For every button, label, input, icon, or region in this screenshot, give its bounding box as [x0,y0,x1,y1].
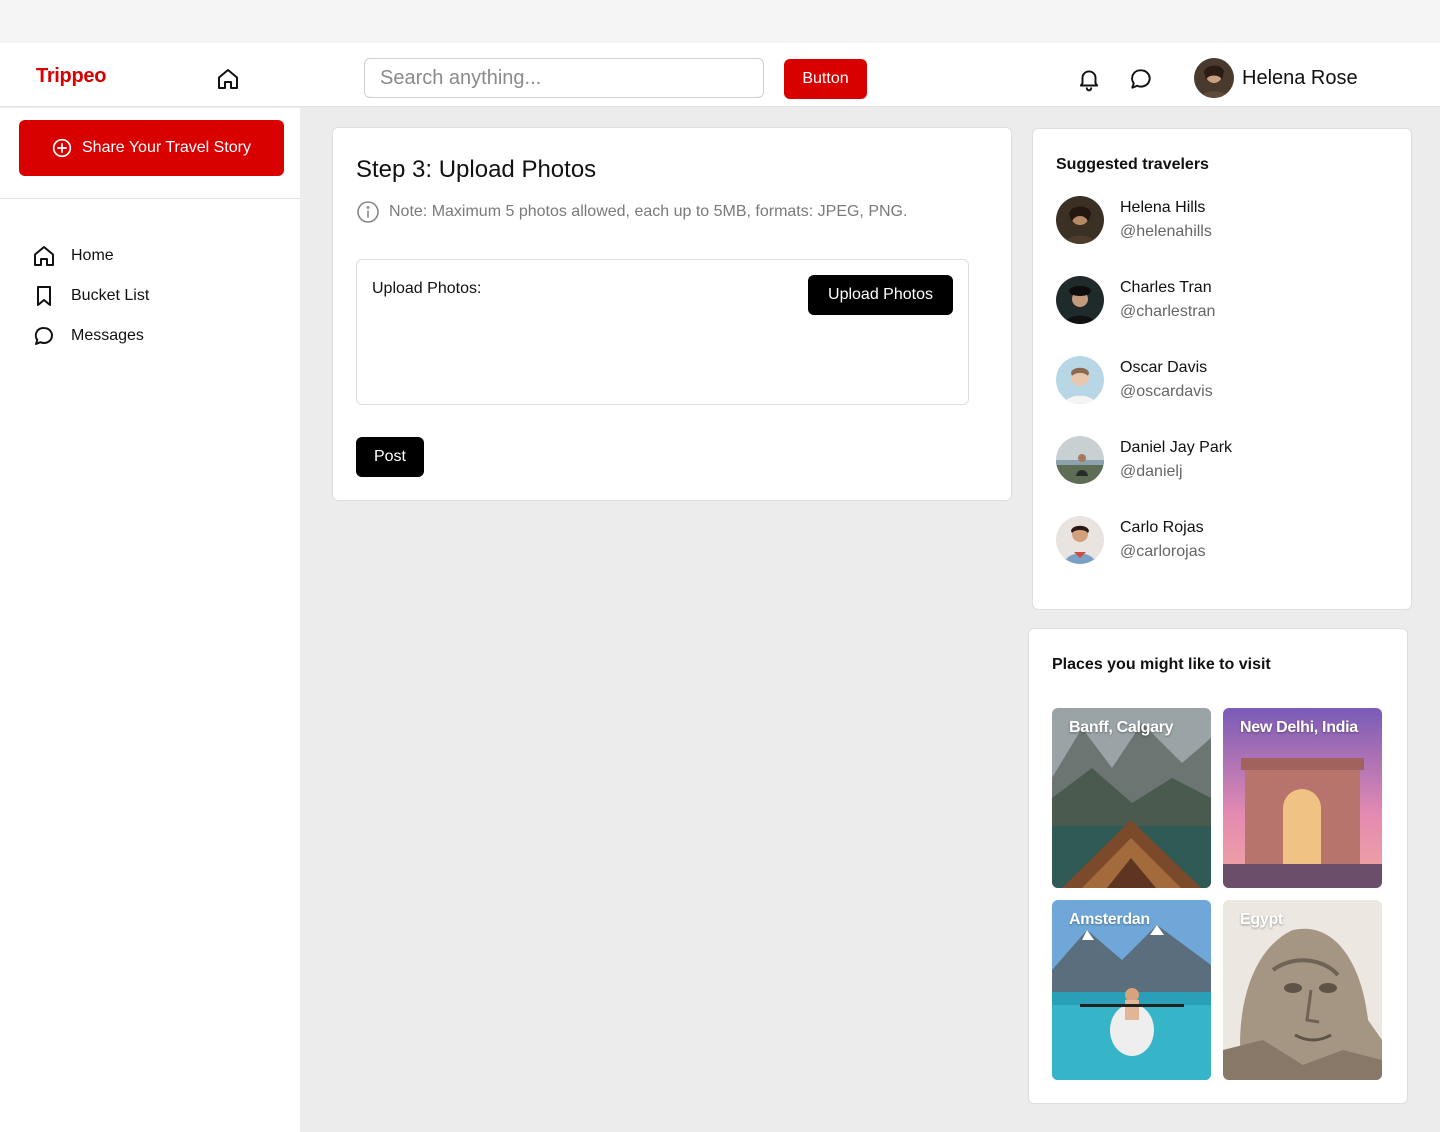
share-travel-story-button[interactable]: Share Your Travel Story [19,120,284,176]
sidebar-nav: Home Bucket List Messages [32,236,149,356]
sidebar-item-bucket-list[interactable]: Bucket List [32,276,149,316]
places-to-visit-card: Places you might like to visit Banff, Ca… [1028,628,1408,1104]
header-button[interactable]: Button [784,59,867,99]
chat-bubble-icon[interactable] [1128,66,1154,92]
place-label: Banff, Calgary [1069,719,1174,736]
place-card-banff[interactable]: Banff, Calgary [1052,708,1211,888]
left-sidebar: Share Your Travel Story Home Bucket List… [0,108,300,1132]
traveler-handle: @charlestran [1120,303,1216,320]
post-button[interactable]: Post [356,437,424,477]
traveler-name: Helena Hills [1120,199,1206,216]
suggested-travelers-card: Suggested travelers Helena Hills @helena… [1032,128,1412,610]
traveler-item[interactable]: Carlo Rojas @carlorojas [1056,516,1206,564]
share-button-label: Share Your Travel Story [82,139,251,156]
traveler-name: Carlo Rojas [1120,519,1204,536]
sidebar-item-messages[interactable]: Messages [32,316,149,356]
bookmark-icon [37,286,51,306]
traveler-name: Oscar Davis [1120,359,1208,376]
page-title: Step 3: Upload Photos [356,156,597,183]
suggested-travelers-title: Suggested travelers [1056,156,1209,173]
app-logo[interactable]: Trippeo [36,65,106,88]
avatar [1056,196,1104,244]
home-icon [34,246,54,266]
info-icon [357,201,379,223]
user-avatar [1194,58,1234,98]
place-card-new-delhi[interactable]: New Delhi, India [1223,708,1382,888]
avatar [1056,516,1104,564]
note-text: Note: Maximum 5 photos allowed, each up … [389,203,908,220]
plus-circle-icon [52,138,72,158]
sidebar-item-home[interactable]: Home [32,236,149,276]
place-label: New Delhi, India [1240,719,1358,736]
user-profile-menu[interactable]: Helena Rose [1194,57,1358,99]
avatar [1056,356,1104,404]
sidebar-item-label: Home [71,247,114,264]
notification-bell-icon[interactable] [1076,66,1102,92]
browser-top-strip [0,0,1440,43]
traveler-item[interactable]: Oscar Davis @oscardavis [1056,356,1213,404]
upload-label: Upload Photos: [372,280,482,297]
upload-dropzone[interactable]: Upload Photos: Upload Photos [356,259,969,405]
upload-note: Note: Maximum 5 photos allowed, each up … [356,200,907,224]
sidebar-item-label: Messages [71,327,144,344]
top-header: Trippeo Button Helena Rose [0,43,1440,107]
sidebar-item-label: Bucket List [71,287,150,304]
traveler-handle: @helenahills [1120,223,1212,240]
traveler-name: Daniel Jay Park [1120,439,1233,456]
message-icon [34,326,53,345]
traveler-handle: @carlorojas [1120,543,1206,560]
place-card-egypt[interactable]: Egypt [1223,900,1382,1080]
upload-photos-card: Step 3: Upload Photos Note: Maximum 5 ph… [332,127,1012,501]
avatar [1056,436,1104,484]
avatar [1056,276,1104,324]
traveler-item[interactable]: Charles Tran @charlestran [1056,276,1215,324]
places-title: Places you might like to visit [1052,656,1271,673]
traveler-item[interactable]: Helena Hills @helenahills [1056,196,1212,244]
place-card-amsterdan[interactable]: Amsterdan [1052,900,1211,1080]
traveler-item[interactable]: Daniel Jay Park @danielj [1056,436,1232,484]
upload-photos-button[interactable]: Upload Photos [808,275,953,315]
user-name: Helena Rose [1242,66,1358,89]
traveler-name: Charles Tran [1120,279,1212,296]
home-icon[interactable] [214,65,242,93]
place-label: Amsterdan [1069,911,1150,928]
sidebar-divider [0,198,300,199]
place-label: Egypt [1240,911,1283,928]
traveler-handle: @danielj [1120,463,1183,480]
search-input[interactable] [364,58,764,98]
traveler-handle: @oscardavis [1120,383,1213,400]
